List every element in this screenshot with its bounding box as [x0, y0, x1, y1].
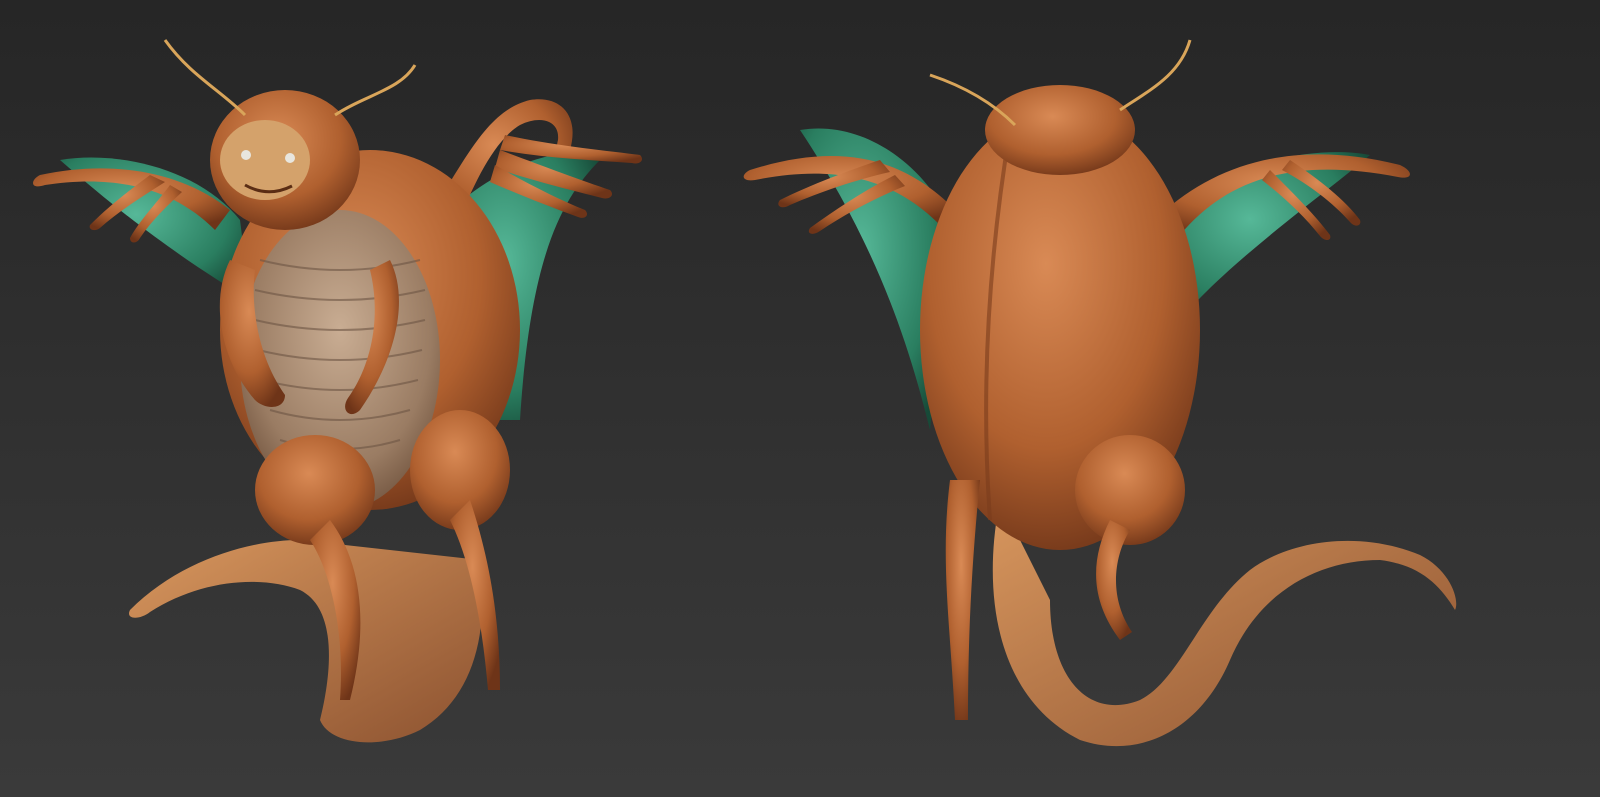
tail [129, 540, 483, 743]
render-viewport [0, 0, 1600, 797]
head-back [985, 85, 1135, 175]
render-canvas [33, 39, 1457, 747]
left-thigh [255, 435, 375, 545]
left-antenna [163, 39, 247, 117]
right-eye [285, 153, 295, 163]
creature-front-view [33, 39, 643, 743]
right-antenna [1119, 39, 1192, 112]
creature-back-view [743, 39, 1457, 747]
left-leg [945, 480, 980, 720]
right-thigh [1075, 435, 1185, 545]
face [220, 120, 310, 200]
left-eye [241, 150, 251, 160]
right-antenna [334, 64, 417, 117]
